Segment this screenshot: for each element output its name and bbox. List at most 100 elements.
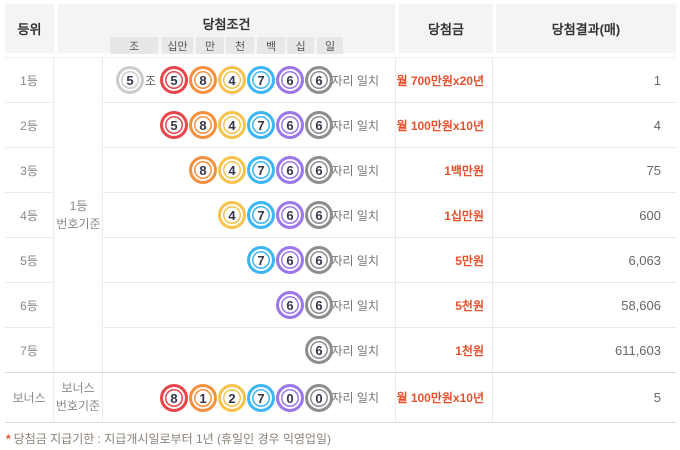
lottery-ball: 6	[305, 246, 333, 274]
result-count-cell: 1	[493, 58, 676, 103]
lottery-ball: 6	[276, 201, 304, 229]
prize-cell: 월 700만원x20년	[396, 58, 493, 103]
rank-cell: 5등	[5, 238, 54, 283]
header-condition: 당첨조건 조 십만 만 천 백 십 일	[58, 4, 395, 54]
lottery-ball: 5	[160, 66, 188, 94]
jo-suffix-label: 조	[145, 73, 157, 88]
result-count-cell: 5	[493, 373, 676, 423]
prize-cell: 5만원	[396, 238, 493, 283]
balls-and-match-cell: 6자리 일치 5 8 4 7 6 6	[103, 103, 396, 148]
number-basis-cell	[54, 328, 103, 373]
lottery-ball: 6	[276, 66, 304, 94]
unit-label-sibman: 십만	[162, 37, 193, 54]
header-condition-title: 당첨조건	[202, 17, 251, 32]
table-row: 2등 6자리 일치 5 8 4 7 6 6 월 100만원x10년 4	[5, 103, 676, 148]
header-prize: 당첨금	[399, 4, 493, 53]
table-row: 7등 1자리 일치 6 1천원 611,603	[5, 328, 676, 373]
result-count-cell: 75	[493, 148, 676, 193]
table-row: 1등 7자리 일치 5 조 5 8 4 7 6 6 월 700만원x20년 1	[5, 58, 676, 103]
table-row: 6등 2자리 일치 6 6 5천원 58,606	[5, 283, 676, 328]
lottery-ball: 7	[247, 384, 275, 412]
lottery-ball: 6	[305, 336, 333, 364]
lottery-ball: 6	[305, 66, 333, 94]
rank-cell: 3등	[5, 148, 54, 193]
rank-cell: 1등	[5, 58, 54, 103]
lottery-ball: 4	[218, 111, 246, 139]
number-basis-cell	[54, 283, 103, 328]
lottery-ball: 8	[189, 111, 217, 139]
lottery-ball: 7	[247, 246, 275, 274]
balls-and-match-cell: 2자리 일치 6 6	[103, 283, 396, 328]
prize-cell: 월 100만원x10년	[396, 373, 493, 423]
number-basis-cell	[54, 58, 103, 103]
lottery-ball: 7	[247, 111, 275, 139]
prize-cell: 월 100만원x10년	[396, 103, 493, 148]
result-count-cell: 6,063	[493, 238, 676, 283]
table-row: 5등 3자리 일치 7 6 6 5만원 6,063	[5, 238, 676, 283]
number-basis-cell	[54, 238, 103, 283]
balls-and-match-cell: 3자리 일치 7 6 6	[103, 238, 396, 283]
lottery-ball: 6	[276, 246, 304, 274]
prize-cell: 1십만원	[396, 193, 493, 238]
lottery-ball: 6	[305, 291, 333, 319]
table-row: 보너스 보너스 번호기준 6자리 일치 8 1 2 7 0 0 월 100만원x10년 5	[5, 373, 676, 423]
lottery-ball: 0	[276, 384, 304, 412]
unit-label-sip: 십	[287, 37, 314, 54]
lottery-ball: 1	[189, 384, 217, 412]
balls-and-match-cell: 4자리 일치 4 7 6 6	[103, 193, 396, 238]
table-row: 4등 4자리 일치 4 7 6 6 1십만원 600	[5, 193, 676, 238]
lottery-ball: 4	[218, 201, 246, 229]
unit-label-baek: 백	[257, 37, 285, 54]
footnote-asterisk: *	[6, 432, 11, 446]
balls-and-match-cell: 7자리 일치 5 조 5 8 4 7 6 6	[103, 58, 396, 103]
number-basis-cell	[54, 148, 103, 193]
rank-cell: 7등	[5, 328, 54, 373]
footnote-text: 당첨금 지급기한 : 지급개시일로부터 1년 (휴일인 경우 익영업일)	[13, 432, 332, 446]
table-header-row: 등위 당첨조건 조 십만 만 천 백 십 일 당첨금 당첨결과(매)	[5, 4, 676, 54]
lottery-ball: 6	[305, 156, 333, 184]
prize-cell: 1천원	[396, 328, 493, 373]
table-body: 1등 번호기준 1등 7자리 일치 5 조 5 8 4 7 6 6 월 700만원x20년 1 …	[5, 57, 676, 423]
balls-and-match-cell: 6자리 일치 8 1 2 7 0 0	[103, 373, 396, 423]
lottery-ball: 7	[247, 201, 275, 229]
lottery-ball: 2	[218, 384, 246, 412]
lottery-ball: 6	[305, 111, 333, 139]
lottery-ball: 0	[305, 384, 333, 412]
lottery-ball: 4	[218, 156, 246, 184]
lottery-ball: 6	[276, 156, 304, 184]
prize-cell: 1백만원	[396, 148, 493, 193]
result-count-cell: 611,603	[493, 328, 676, 373]
lottery-ball: 7	[247, 156, 275, 184]
result-count-cell: 600	[493, 193, 676, 238]
unit-label-jo: 조	[110, 37, 158, 54]
result-count-cell: 58,606	[493, 283, 676, 328]
balls-and-match-cell: 1자리 일치 6	[103, 328, 396, 373]
unit-label-cheon: 천	[226, 37, 254, 54]
header-result: 당첨결과(매)	[496, 4, 676, 53]
result-count-cell: 4	[493, 103, 676, 148]
payment-deadline-footnote: * 당첨금 지급기한 : 지급개시일로부터 1년 (휴일인 경우 익영업일)	[6, 430, 331, 447]
balls-and-match-cell: 5자리 일치 8 4 7 6 6	[103, 148, 396, 193]
header-rank: 등위	[5, 4, 54, 53]
table-row: 3등 5자리 일치 8 4 7 6 6 1백만원 75	[5, 148, 676, 193]
winning-results-table: 등위 당첨조건 조 십만 만 천 백 십 일 당첨금 당첨결과(매) 1등 번호…	[5, 4, 676, 423]
unit-label-il: 일	[317, 37, 343, 54]
prize-cell: 5천원	[396, 283, 493, 328]
lottery-ball: 8	[189, 66, 217, 94]
number-basis-cell	[54, 193, 103, 238]
rank-cell: 6등	[5, 283, 54, 328]
lottery-ball: 6	[305, 201, 333, 229]
lottery-ball: 5	[160, 111, 188, 139]
lottery-ball: 7	[247, 66, 275, 94]
number-basis-cell: 보너스 번호기준	[54, 373, 103, 423]
rank-cell: 보너스	[5, 373, 54, 423]
rank-cell: 2등	[5, 103, 54, 148]
lottery-ball: 6	[276, 111, 304, 139]
unit-label-man: 만	[196, 37, 224, 54]
lottery-ball: 4	[218, 66, 246, 94]
number-basis-cell	[54, 103, 103, 148]
lottery-ball: 6	[276, 291, 304, 319]
lottery-results-page: 등위 당첨조건 조 십만 만 천 백 십 일 당첨금 당첨결과(매) 1등 번호…	[0, 0, 680, 450]
lottery-ball: 8	[160, 384, 188, 412]
lottery-ball: 5	[116, 66, 144, 94]
